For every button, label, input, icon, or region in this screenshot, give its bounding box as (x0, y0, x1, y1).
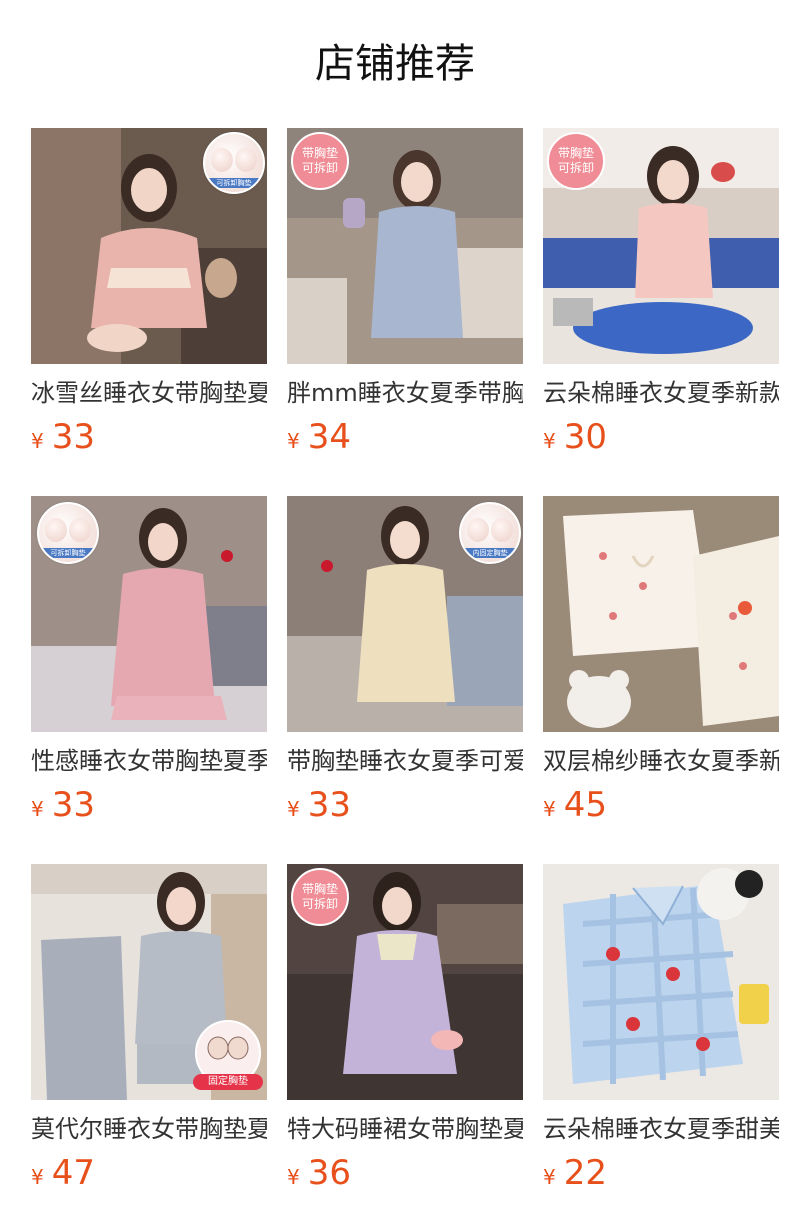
product-image[interactable]: 带胸垫 可拆卸 (287, 864, 523, 1100)
price-value: 36 (307, 1153, 351, 1193)
price-value: 33 (51, 417, 95, 457)
bra-pad-icon (207, 1036, 249, 1060)
badge-line-1: 带胸垫 (301, 882, 338, 896)
product-image[interactable]: 可拆卸胸垫 (31, 496, 267, 732)
product-price: ¥33 (287, 784, 523, 826)
product-image[interactable] (543, 496, 779, 732)
product-image[interactable] (543, 864, 779, 1100)
product-photo (543, 864, 779, 1100)
currency-symbol: ¥ (287, 797, 300, 821)
badge-line-2: 可拆卸 (301, 897, 338, 911)
product-name[interactable]: 带胸垫睡衣女夏季可爱 (287, 744, 523, 778)
currency-symbol: ¥ (543, 797, 556, 821)
page-title: 店铺推荐 (315, 41, 475, 87)
currency-symbol: ¥ (31, 429, 44, 453)
price-value: 33 (307, 785, 351, 825)
badge-line-2: 可拆卸 (301, 161, 338, 175)
product-image[interactable]: 带胸垫 可拆卸 (543, 128, 779, 364)
currency-symbol: ¥ (31, 1165, 44, 1189)
product-image[interactable]: 内固定胸垫 (287, 496, 523, 732)
product-name[interactable]: 双层棉纱睡衣女夏季新 (543, 744, 779, 778)
fixed-pad-label: 固定胸垫 (193, 1074, 263, 1090)
pad-badge: 带胸垫 可拆卸 (547, 132, 605, 190)
product-name[interactable]: 性感睡衣女带胸垫夏季 (31, 744, 267, 778)
price-value: 30 (563, 417, 607, 457)
product-price: ¥33 (31, 416, 267, 458)
badge-line-2: 可拆卸 (557, 161, 594, 175)
product-price: ¥36 (287, 1152, 523, 1194)
removable-pad-badge: 可拆卸胸垫 (37, 502, 99, 564)
pad-badge-label: 可拆卸胸垫 (205, 178, 263, 188)
fixed-pad-badge: 固定胸垫 (193, 1020, 263, 1090)
currency-symbol: ¥ (287, 1165, 300, 1189)
pad-badge-label: 可拆卸胸垫 (39, 548, 97, 558)
currency-symbol: ¥ (543, 1165, 556, 1189)
product-name[interactable]: 莫代尔睡衣女带胸垫夏 (31, 1112, 267, 1146)
removable-pad-badge: 可拆卸胸垫 (203, 132, 265, 194)
product-image[interactable]: 带胸垫 可拆卸 (287, 128, 523, 364)
badge-line-1: 带胸垫 (301, 146, 338, 160)
pad-badge: 带胸垫 可拆卸 (291, 868, 349, 926)
pad-badge-label: 内固定胸垫 (461, 548, 519, 558)
product-photo (543, 496, 779, 732)
currency-symbol: ¥ (543, 429, 556, 453)
product-price: ¥22 (543, 1152, 779, 1194)
product-card[interactable]: 双层棉纱睡衣女夏季新 ¥45 (543, 496, 779, 826)
product-price: ¥47 (31, 1152, 267, 1194)
product-name[interactable]: 胖mm睡衣女夏季带胸垫 (287, 376, 523, 410)
product-grid: 可拆卸胸垫 冰雪丝睡衣女带胸垫夏季 ¥33 带胸垫 可拆卸 (31, 128, 779, 1194)
product-card[interactable]: 带胸垫 可拆卸 云朵棉睡衣女夏季新款 ¥30 (543, 128, 779, 458)
fixed-pad-badge: 内固定胸垫 (459, 502, 521, 564)
product-image[interactable]: 可拆卸胸垫 (31, 128, 267, 364)
product-card[interactable]: 内固定胸垫 带胸垫睡衣女夏季可爱 ¥33 (287, 496, 523, 826)
currency-symbol: ¥ (31, 797, 44, 821)
product-price: ¥45 (543, 784, 779, 826)
product-image[interactable]: 固定胸垫 (31, 864, 267, 1100)
product-card[interactable]: 带胸垫 可拆卸 特大码睡裙女带胸垫夏 ¥36 (287, 864, 523, 1194)
price-value: 22 (563, 1153, 607, 1193)
product-name[interactable]: 特大码睡裙女带胸垫夏 (287, 1112, 523, 1146)
badge-line-1: 带胸垫 (557, 146, 594, 160)
product-name[interactable]: 云朵棉睡衣女夏季新款 (543, 376, 779, 410)
product-price: ¥30 (543, 416, 779, 458)
product-card[interactable]: 云朵棉睡衣女夏季甜美 ¥22 (543, 864, 779, 1194)
product-name[interactable]: 云朵棉睡衣女夏季甜美 (543, 1112, 779, 1146)
product-price: ¥34 (287, 416, 523, 458)
product-card[interactable]: 可拆卸胸垫 冰雪丝睡衣女带胸垫夏季 ¥33 (31, 128, 267, 458)
price-value: 33 (51, 785, 95, 825)
product-name[interactable]: 冰雪丝睡衣女带胸垫夏季 (31, 376, 267, 410)
pad-badge: 带胸垫 可拆卸 (291, 132, 349, 190)
product-price: ¥33 (31, 784, 267, 826)
price-value: 45 (563, 785, 607, 825)
currency-symbol: ¥ (287, 429, 300, 453)
product-card[interactable]: 固定胸垫 莫代尔睡衣女带胸垫夏 ¥47 (31, 864, 267, 1194)
product-card[interactable]: 带胸垫 可拆卸 胖mm睡衣女夏季带胸垫 ¥34 (287, 128, 523, 458)
product-card[interactable]: 可拆卸胸垫 性感睡衣女带胸垫夏季 ¥33 (31, 496, 267, 826)
price-value: 34 (307, 417, 351, 457)
price-value: 47 (51, 1153, 95, 1193)
